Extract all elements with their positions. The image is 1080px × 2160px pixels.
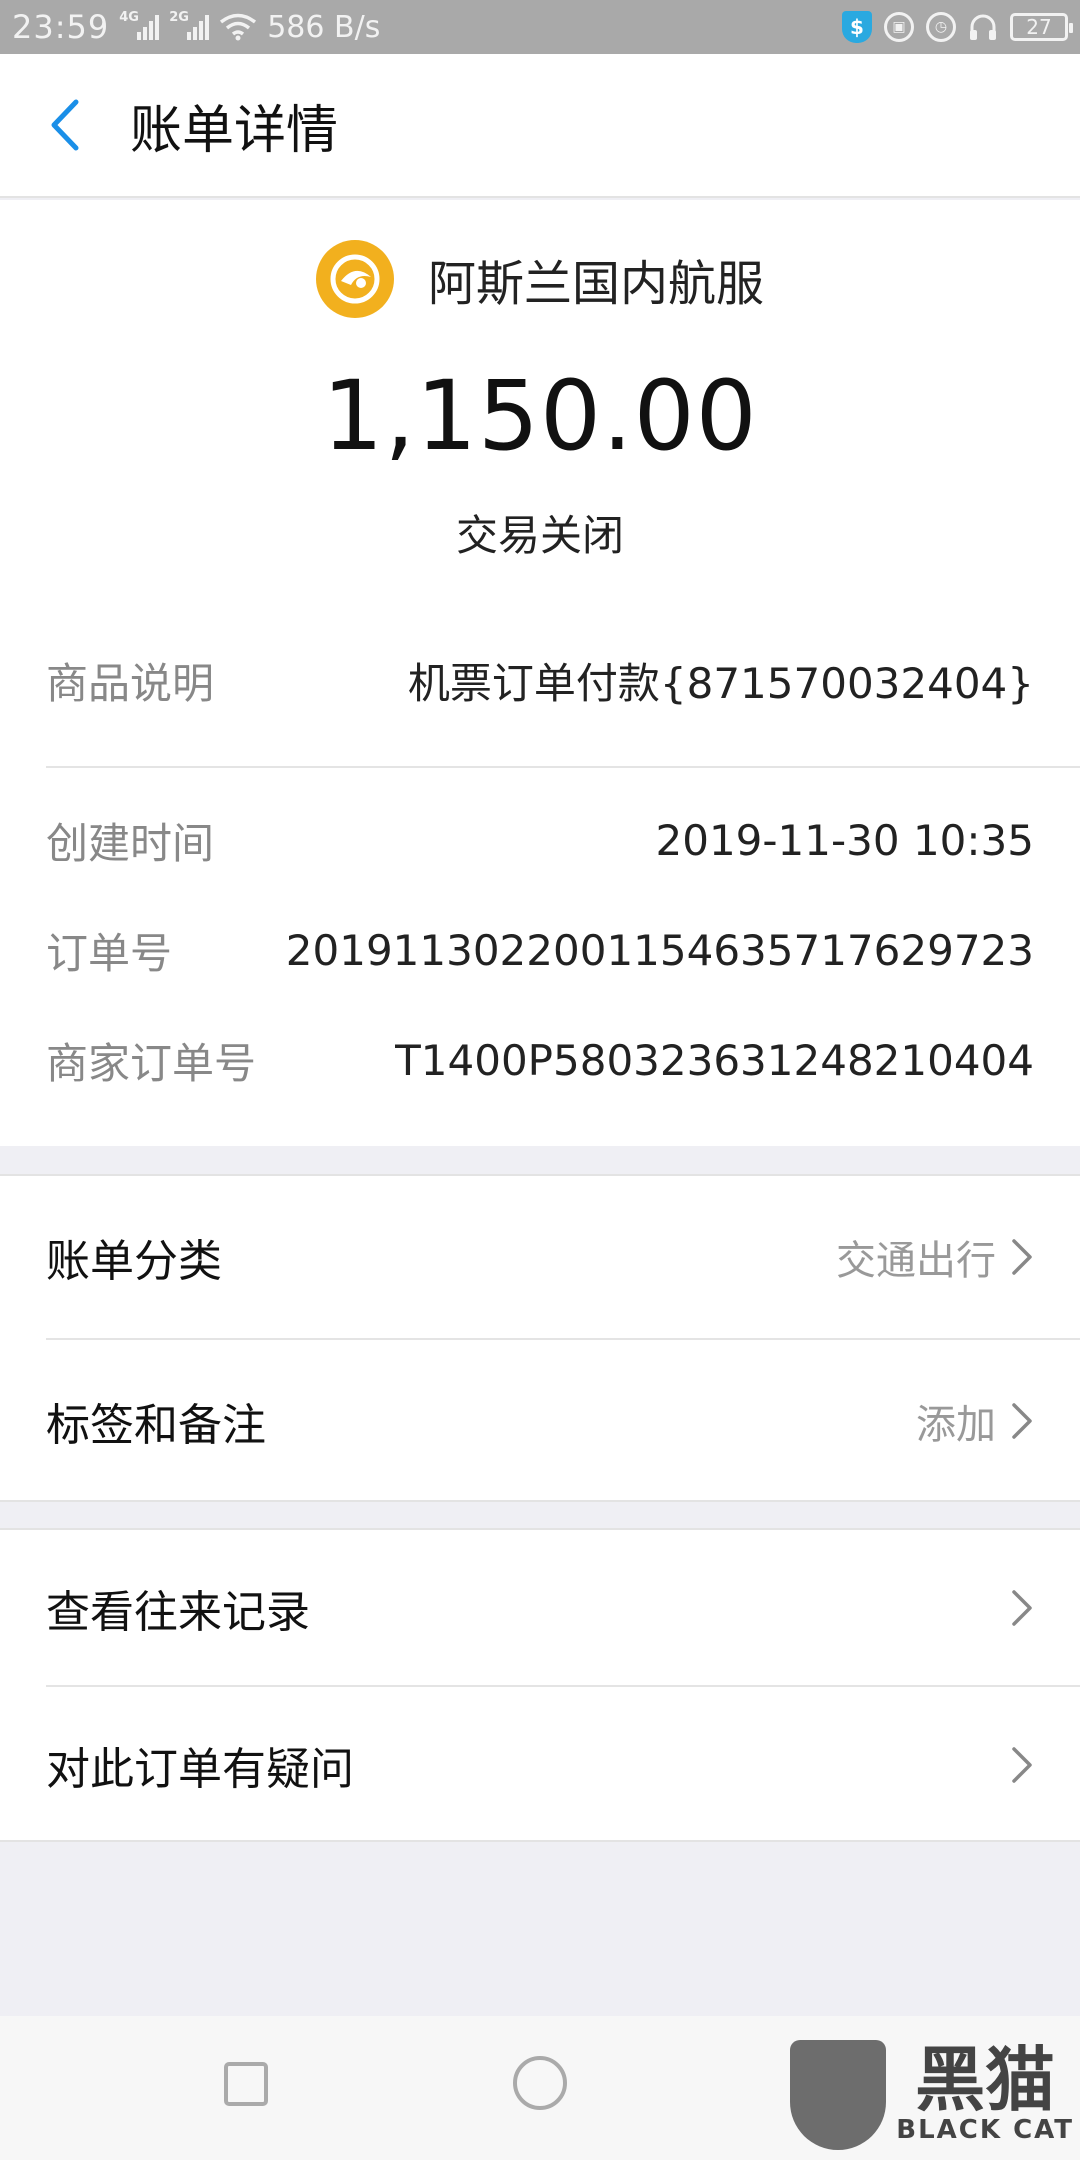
created-time-row: 创建时间 2019-11-30 10:35 bbox=[46, 810, 1034, 871]
bill-settings-group: 账单分类 交通出行 标签和备注 添加 bbox=[0, 1174, 1080, 1502]
security-shield-icon: $ bbox=[842, 11, 872, 43]
alarm-icon: ◷ bbox=[926, 12, 956, 42]
chevron-right-icon bbox=[1012, 1589, 1032, 1626]
home-button[interactable] bbox=[513, 2056, 567, 2110]
bill-summary-card: 阿斯兰国内航服 1,150.00 交易关闭 商品说明 机票订单付款{871570… bbox=[0, 200, 1080, 1146]
chevron-right-icon bbox=[1012, 1403, 1032, 1439]
back-button[interactable] bbox=[0, 53, 130, 197]
question-label: 对此订单有疑问 bbox=[46, 1743, 354, 1795]
merchant-name: 阿斯兰国内航服 bbox=[427, 256, 764, 312]
bill-category-row[interactable]: 账单分类 交通出行 bbox=[0, 1176, 1080, 1338]
chevron-right-icon bbox=[1012, 1239, 1032, 1275]
order-number-row: 订单号 2019113022001154635717629723 bbox=[46, 920, 1034, 981]
category-label: 账单分类 bbox=[46, 1236, 222, 1287]
tags-label: 标签和备注 bbox=[46, 1400, 266, 1451]
product-value: 机票订单付款{871570032404} bbox=[407, 659, 1034, 708]
recent-apps-button[interactable] bbox=[224, 2062, 268, 2106]
signal-4g-icon: 4G bbox=[119, 10, 160, 40]
support-group: 查看往来记录 对此订单有疑问 bbox=[0, 1528, 1080, 1842]
chevron-right-icon bbox=[1012, 1746, 1032, 1783]
category-value: 交通出行 bbox=[836, 1238, 996, 1284]
transaction-amount: 1,150.00 bbox=[322, 360, 758, 472]
merchant-order-label: 商家订单号 bbox=[46, 1039, 257, 1088]
order-question-row[interactable]: 对此订单有疑问 bbox=[0, 1687, 1080, 1842]
order-label: 订单号 bbox=[46, 929, 173, 978]
wifi-icon bbox=[220, 13, 257, 41]
product-description-row: 商品说明 机票订单付款{871570032404} bbox=[46, 650, 1034, 711]
page-title: 账单详情 bbox=[130, 100, 339, 161]
transaction-status: 交易关闭 bbox=[455, 511, 624, 560]
order-value: 2019113022001154635717629723 bbox=[285, 926, 1034, 975]
tags-notes-row[interactable]: 标签和备注 添加 bbox=[0, 1340, 1080, 1502]
battery-icon: 27 bbox=[1010, 13, 1073, 41]
app-header: 账单详情 bbox=[0, 54, 1080, 198]
history-label: 查看往来记录 bbox=[46, 1586, 310, 1638]
product-label: 商品说明 bbox=[46, 659, 215, 708]
lock-rotation-icon: ▣ bbox=[884, 12, 914, 42]
divider bbox=[46, 766, 1080, 768]
watermark-cn: 黑猫 bbox=[915, 2039, 1056, 2121]
merchant-order-row: 商家订单号 T1400P580323631248210404 bbox=[46, 1030, 1034, 1091]
headphones-icon bbox=[970, 14, 996, 40]
tags-value: 添加 bbox=[916, 1402, 996, 1448]
clock: 23:59 bbox=[12, 8, 110, 46]
network-speed: 586 B/s bbox=[267, 9, 381, 45]
created-value: 2019-11-30 10:35 bbox=[655, 816, 1034, 865]
black-cat-watermark: 黑猫 BLACK CAT bbox=[790, 2040, 1074, 2150]
merchant-logo-icon bbox=[315, 240, 394, 318]
chevron-left-icon bbox=[51, 99, 79, 151]
created-label: 创建时间 bbox=[46, 819, 215, 868]
cat-shield-icon bbox=[790, 2040, 887, 2150]
status-bar: 23:59 4G 2G 586 B/s $ ▣ ◷ 27 bbox=[0, 0, 1080, 54]
merchant-row: 阿斯兰国内航服 bbox=[0, 240, 1080, 318]
view-history-row[interactable]: 查看往来记录 bbox=[0, 1530, 1080, 1685]
watermark-en: BLACK CAT bbox=[896, 2115, 1074, 2145]
signal-2g-icon: 2G bbox=[169, 10, 210, 40]
merchant-order-value: T1400P580323631248210404 bbox=[395, 1036, 1034, 1085]
